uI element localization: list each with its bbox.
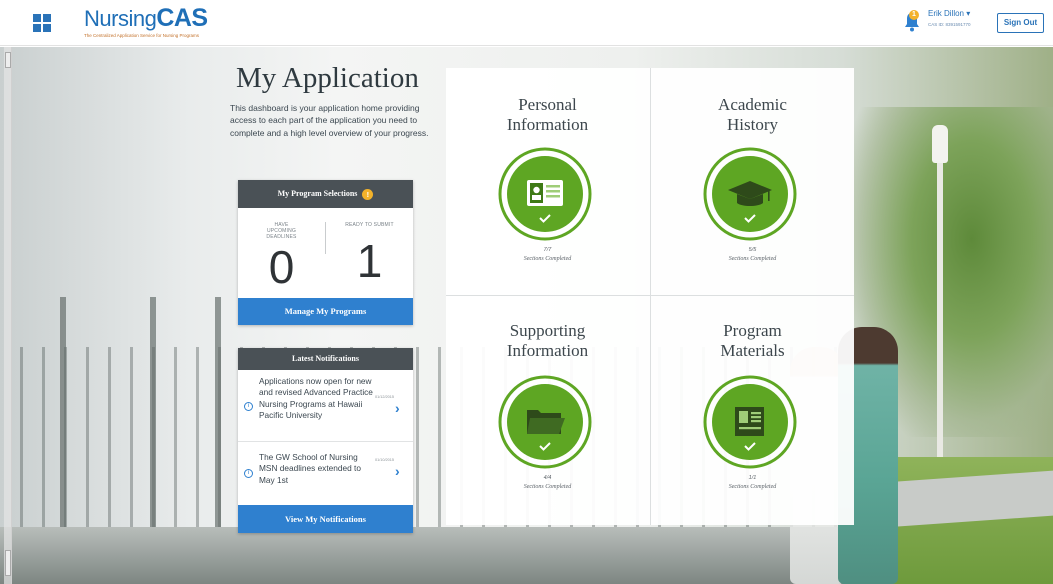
tile-title: Academic History (718, 95, 787, 134)
notifications-header: Latest Notifications (238, 348, 413, 370)
program-selections-header: My Program Selections! (238, 180, 413, 208)
info-icon[interactable]: ! (362, 188, 374, 200)
progress-ring (703, 147, 797, 241)
notification-item[interactable]: i Applications now open for new and revi… (238, 370, 413, 442)
tile-academic-history[interactable]: Academic History 5/5 Sections Completed (651, 68, 854, 294)
progress-ring (498, 147, 592, 241)
info-circle-icon: i (244, 469, 253, 478)
nursingcas-logo[interactable]: NursingCAS The Centralized Application S… (84, 5, 208, 38)
book-icon (735, 407, 764, 436)
tile-title: Supporting Information (506, 321, 589, 360)
apps-grid-icon[interactable] (33, 14, 51, 32)
tile-title: Program Materials (720, 321, 785, 360)
page-title: My Application (236, 62, 419, 94)
chevron-down-icon: ▾ (966, 9, 971, 18)
program-selections-card: My Program Selections! HAVE UPCOMING DEA… (238, 180, 413, 325)
progress-ring (703, 375, 797, 469)
view-notifications-button[interactable]: View My Notifications (238, 505, 413, 533)
upcoming-deadlines-count: HAVE UPCOMING DEADLINES 0 (266, 222, 297, 293)
info-circle-icon: i (244, 402, 253, 411)
logo-wordmark: NursingCAS (84, 4, 208, 32)
notifications-card: Latest Notifications i Applications now … (238, 348, 413, 533)
ready-to-submit-count: READY TO SUBMIT 1 (345, 222, 394, 287)
chevron-right-icon[interactable]: › (395, 401, 400, 415)
user-menu[interactable]: Erik Dillon ▾ CAS ID: 8391591770 (928, 9, 971, 27)
tile-supporting-information[interactable]: Supporting Information 4/4 Sections Comp… (446, 296, 649, 522)
tile-personal-information[interactable]: Personal Information 7/7 Sections Comple… (446, 68, 649, 294)
folder-icon (527, 410, 565, 434)
top-bar: NursingCAS The Centralized Application S… (0, 0, 1053, 46)
progress-ring (498, 375, 592, 469)
user-name-dropdown[interactable]: Erik Dillon ▾ (928, 9, 971, 18)
scrollbar[interactable] (4, 47, 12, 584)
tile-program-materials[interactable]: Program Materials 1/1 Sections Completed (651, 296, 854, 522)
scroll-up-button[interactable] (5, 52, 11, 68)
id-card-icon (527, 180, 563, 206)
sign-out-button[interactable]: Sign Out (997, 13, 1044, 33)
scroll-down-button[interactable] (5, 550, 11, 576)
chevron-right-icon[interactable]: › (395, 464, 400, 478)
notification-item[interactable]: i The GW School of Nursing MSN deadlines… (238, 442, 413, 502)
manage-programs-button[interactable]: Manage My Programs (238, 298, 413, 325)
program-counts: HAVE UPCOMING DEADLINES 0 READY TO SUBMI… (238, 208, 413, 298)
tile-title: Personal Information (506, 95, 589, 134)
notification-count-badge: 1 (909, 10, 919, 20)
logo-tagline: The Centralized Application Service for … (84, 33, 200, 38)
cas-id: CAS ID: 8391591770 (928, 22, 971, 27)
page-description: This dashboard is your application home … (230, 103, 429, 138)
